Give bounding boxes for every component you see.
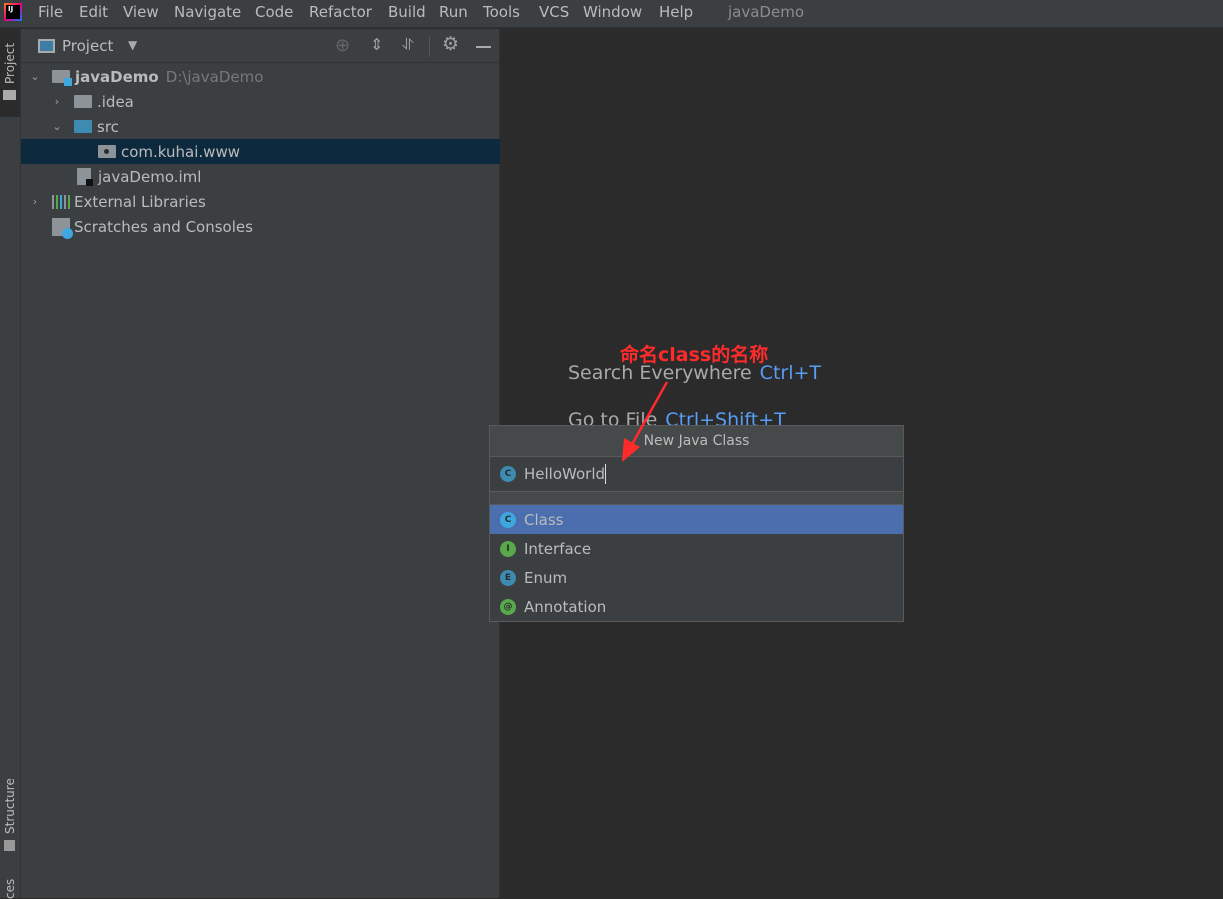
gear-icon[interactable]: ⚙: [442, 33, 459, 55]
library-icon: [52, 194, 70, 209]
class-icon: C: [500, 466, 516, 482]
tab-favorites-label: ces: [3, 878, 17, 899]
tab-structure[interactable]: Structure: [0, 774, 20, 859]
tree-item-javademo[interactable]: ⌄ javaDemo D:\javaDemo: [21, 64, 500, 89]
menu-tools[interactable]: Tools: [483, 3, 520, 21]
tree-item-scratches[interactable]: Scratches and Consoles: [21, 214, 500, 239]
tree-label: javaDemo.iml: [98, 167, 202, 186]
option-label: Class: [524, 510, 564, 529]
menu-code[interactable]: Code: [255, 3, 293, 21]
source-folder-icon: [74, 120, 92, 133]
tab-structure-label: Structure: [3, 778, 17, 834]
enum-icon: E: [500, 569, 516, 586]
option-label: Enum: [524, 568, 568, 587]
tab-favorites[interactable]: ces: [0, 879, 20, 899]
window-title: javaDemo: [728, 3, 804, 21]
chevron-right-icon[interactable]: ›: [29, 195, 41, 208]
structure-icon: [4, 839, 16, 851]
tree-label: Scratches and Consoles: [74, 217, 253, 236]
folder-icon: [74, 95, 92, 108]
chevron-down-icon[interactable]: ⌄: [51, 120, 63, 133]
tool-window-stripe: Project Structure ces: [0, 29, 21, 899]
option-enum[interactable]: E Enum: [490, 563, 903, 592]
text-caret: [605, 464, 607, 484]
tree-item-iml[interactable]: javaDemo.iml: [21, 164, 500, 189]
tab-project-label: Project: [3, 42, 17, 84]
chevron-right-icon[interactable]: ›: [51, 95, 63, 108]
menu-refactor[interactable]: Refactor: [309, 3, 372, 21]
chevron-down-icon[interactable]: ⌄: [29, 70, 41, 83]
new-java-class-dialog: New Java Class C HelloWorld C Class I Inte…: [489, 425, 904, 622]
tab-project[interactable]: Project: [0, 29, 20, 117]
tree-path: D:\javaDemo: [165, 67, 264, 86]
tree-label: External Libraries: [74, 192, 206, 211]
tree-label: com.kuhai.www: [121, 142, 240, 161]
tree-label: .idea: [97, 92, 134, 111]
dialog-title: New Java Class: [490, 426, 903, 457]
tree-label: javaDemo: [75, 67, 159, 86]
interface-icon: I: [500, 540, 516, 557]
annotation-text: 命名class的名称: [620, 344, 769, 366]
chevron-down-icon[interactable]: ▼: [128, 38, 137, 52]
panel-title[interactable]: Project: [62, 37, 113, 55]
menu-edit[interactable]: Edit: [79, 3, 108, 21]
toolbar-divider: [429, 37, 430, 57]
option-label: Interface: [524, 539, 592, 558]
menu-help[interactable]: Help: [659, 3, 693, 21]
annotation-icon: @: [500, 598, 516, 615]
class-icon: C: [500, 511, 516, 528]
class-name-input[interactable]: C HelloWorld: [490, 457, 903, 492]
project-view-icon: [38, 39, 55, 53]
minimize-icon[interactable]: [476, 46, 491, 48]
tree-item-package[interactable]: com.kuhai.www: [21, 139, 500, 164]
project-panel: Project ▼ ⊕ ⇕ ⥯ ⚙ ⌄ javaDemo D:\javaDemo…: [21, 29, 500, 898]
locate-icon[interactable]: ⊕: [335, 35, 350, 56]
expand-all-icon[interactable]: ⇕: [370, 35, 383, 54]
scratches-icon: [52, 217, 73, 239]
collapse-all-icon[interactable]: ⥯: [402, 35, 414, 55]
option-label: Annotation: [524, 597, 607, 616]
menu-build[interactable]: Build: [388, 3, 426, 21]
panel-header: Project ▼ ⊕ ⇕ ⥯ ⚙: [21, 33, 500, 63]
menu-window[interactable]: Window: [583, 3, 642, 21]
file-icon: [77, 168, 93, 186]
option-class[interactable]: C Class: [490, 505, 903, 534]
menu-bar: IJ File Edit View Navigate Code Refactor…: [0, 0, 1223, 28]
option-annotation[interactable]: @ Annotation: [490, 592, 903, 621]
intellij-logo-icon: IJ: [4, 3, 22, 21]
tree-item-idea[interactable]: › .idea: [21, 89, 500, 114]
tree-item-external-libraries[interactable]: › External Libraries: [21, 189, 500, 214]
tree-label: src: [97, 117, 119, 136]
folder-icon: [3, 89, 17, 100]
menu-navigate[interactable]: Navigate: [174, 3, 241, 21]
menu-file[interactable]: File: [38, 3, 63, 21]
menu-vcs[interactable]: VCS: [539, 3, 569, 21]
package-icon: [98, 145, 116, 158]
option-interface[interactable]: I Interface: [490, 534, 903, 563]
module-folder-icon: [52, 70, 72, 86]
menu-view[interactable]: View: [123, 3, 159, 21]
dialog-separator: [490, 492, 903, 505]
class-name-value: HelloWorld: [524, 465, 606, 483]
tree-item-src[interactable]: ⌄ src: [21, 114, 500, 139]
menu-run[interactable]: Run: [439, 3, 468, 21]
